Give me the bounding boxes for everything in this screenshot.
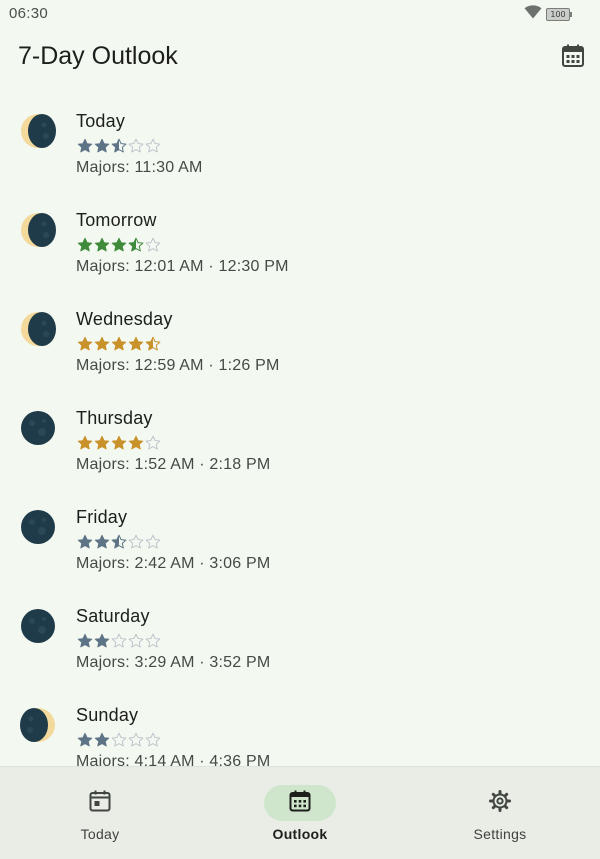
majors-times: Majors: 12:01 AM · 12:30 PM xyxy=(76,258,289,275)
day-name: Friday xyxy=(76,507,128,527)
list-item[interactable]: Wednesday Majors: 12:59 AM · 1:26 PM xyxy=(0,296,600,395)
nav-icon-container xyxy=(64,785,136,821)
calendar-today-icon xyxy=(89,790,111,817)
day-list[interactable]: Today Majors: 11:30 AM Tomorrow Majors: … xyxy=(0,98,600,766)
calendar-month-icon xyxy=(289,790,311,817)
star-filled-icon xyxy=(94,435,110,451)
star-empty-icon xyxy=(145,534,161,550)
majors-times: Majors: 11:30 AM xyxy=(76,159,203,176)
majors-times: Majors: 2:42 AM · 3:06 PM xyxy=(76,555,271,572)
star-half-icon xyxy=(145,336,161,352)
star-empty-icon xyxy=(128,732,144,748)
majors-times: Majors: 12:59 AM · 1:26 PM xyxy=(76,357,280,374)
star-filled-icon xyxy=(94,534,110,550)
nav-icon-container xyxy=(264,785,336,821)
status-time: 06:30 xyxy=(9,5,49,22)
star-empty-icon xyxy=(128,633,144,649)
moon-phase-icon xyxy=(20,212,56,248)
star-filled-icon xyxy=(94,138,110,154)
day-name: Today xyxy=(76,111,126,131)
wifi-icon xyxy=(524,5,542,24)
star-filled-icon xyxy=(77,138,93,154)
list-item[interactable]: Thursday Majors: 1:52 AM · 2:18 PM xyxy=(0,395,600,494)
calendar-icon xyxy=(562,44,584,73)
status-bar: 06:30 100 xyxy=(0,0,600,28)
day-name: Wednesday xyxy=(76,309,173,329)
star-filled-icon xyxy=(94,732,110,748)
star-filled-icon xyxy=(77,732,93,748)
nav-label: Today xyxy=(80,826,120,842)
star-filled-icon xyxy=(77,534,93,550)
day-name: Tomorrow xyxy=(76,210,157,230)
rating-stars xyxy=(77,732,161,748)
star-filled-icon xyxy=(94,633,110,649)
moon-phase-icon xyxy=(20,509,56,545)
star-filled-icon xyxy=(128,336,144,352)
gear-icon xyxy=(488,789,512,818)
majors-times: Majors: 3:29 AM · 3:52 PM xyxy=(76,654,271,671)
star-empty-icon xyxy=(128,138,144,154)
day-name: Saturday xyxy=(76,606,150,626)
moon-phase-icon xyxy=(20,113,56,149)
rating-stars xyxy=(77,435,161,451)
rating-stars xyxy=(77,534,161,550)
moon-phase-icon xyxy=(20,707,56,743)
status-icons: 100 xyxy=(524,5,572,24)
star-filled-icon xyxy=(111,435,127,451)
majors-times: Majors: 1:52 AM · 2:18 PM xyxy=(76,456,271,473)
list-item[interactable]: Friday Majors: 2:42 AM · 3:06 PM xyxy=(0,494,600,593)
moon-phase-icon xyxy=(20,311,56,347)
star-empty-icon xyxy=(111,633,127,649)
nav-item-today[interactable]: Today xyxy=(0,767,200,859)
rating-stars xyxy=(77,336,161,352)
battery-icon: 100 xyxy=(546,8,572,21)
nav-item-outlook[interactable]: Outlook xyxy=(200,767,400,859)
star-filled-icon xyxy=(77,633,93,649)
nav-label: Outlook xyxy=(272,826,328,842)
list-item[interactable]: Tomorrow Majors: 12:01 AM · 12:30 PM xyxy=(0,197,600,296)
list-item[interactable]: Saturday Majors: 3:29 AM · 3:52 PM xyxy=(0,593,600,692)
star-filled-icon xyxy=(94,336,110,352)
star-filled-icon xyxy=(77,435,93,451)
nav-item-settings[interactable]: Settings xyxy=(400,767,600,859)
star-filled-icon xyxy=(77,237,93,253)
star-empty-icon xyxy=(145,138,161,154)
nav-label: Settings xyxy=(473,826,527,842)
rating-stars xyxy=(77,237,161,253)
day-name: Thursday xyxy=(76,408,153,428)
list-item[interactable]: Sunday Majors: 4:14 AM · 4:36 PM xyxy=(0,692,600,766)
bottom-navigation: Today Outlook Settings xyxy=(0,766,600,859)
majors-times: Majors: 4:14 AM · 4:36 PM xyxy=(76,753,271,766)
star-filled-icon xyxy=(111,237,127,253)
star-half-icon xyxy=(111,138,127,154)
star-empty-icon xyxy=(145,237,161,253)
star-filled-icon xyxy=(128,435,144,451)
star-filled-icon xyxy=(94,237,110,253)
star-filled-icon xyxy=(77,336,93,352)
page-title: 7-Day Outlook xyxy=(18,42,178,70)
star-empty-icon xyxy=(128,534,144,550)
moon-phase-icon xyxy=(20,410,56,446)
calendar-button[interactable] xyxy=(560,44,586,73)
rating-stars xyxy=(77,633,161,649)
moon-phase-icon xyxy=(20,608,56,644)
day-name: Sunday xyxy=(76,705,139,725)
rating-stars xyxy=(77,138,161,154)
star-half-icon xyxy=(111,534,127,550)
list-item[interactable]: Today Majors: 11:30 AM xyxy=(0,98,600,197)
star-empty-icon xyxy=(145,732,161,748)
star-empty-icon xyxy=(145,633,161,649)
star-empty-icon xyxy=(145,435,161,451)
star-filled-icon xyxy=(111,336,127,352)
star-half-icon xyxy=(128,237,144,253)
star-empty-icon xyxy=(111,732,127,748)
nav-icon-container xyxy=(464,785,536,821)
